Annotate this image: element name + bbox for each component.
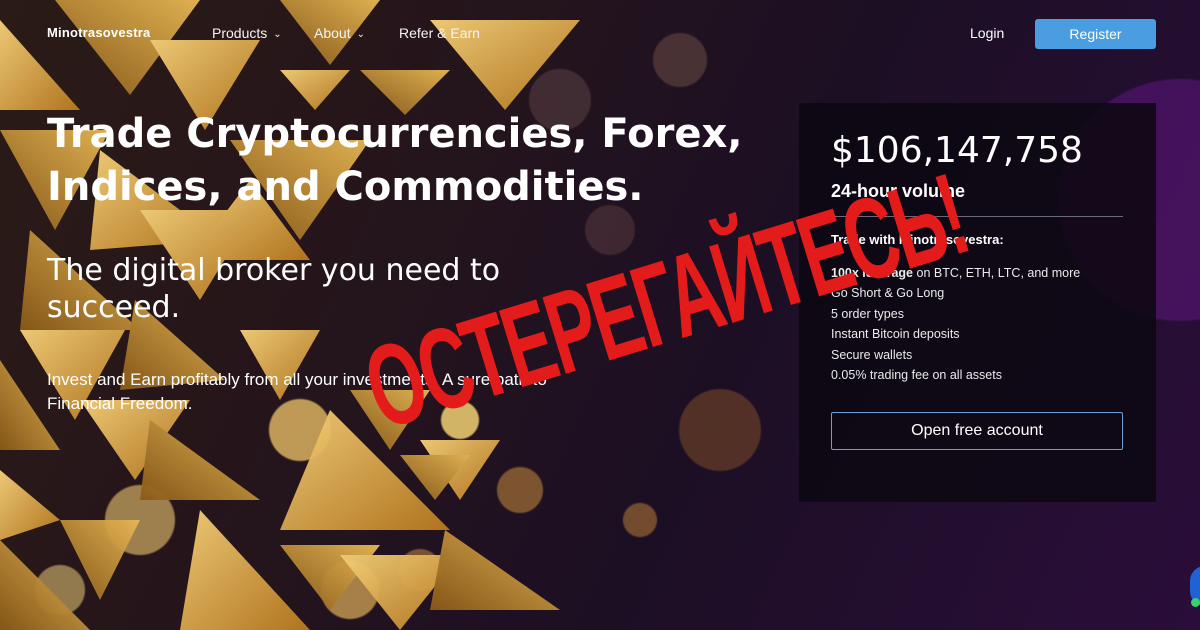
feature-item: 0.05% trading fee on all assets bbox=[831, 365, 1080, 385]
features-title: Trade with Minotrasovestra: bbox=[831, 232, 1004, 247]
volume-value: $106,147,758 bbox=[831, 130, 1083, 171]
hero-subtitle: The digital broker you need to succeed. bbox=[47, 253, 501, 325]
nav-refer-earn[interactable]: Refer & Earn bbox=[399, 25, 480, 41]
feature-text: on BTC, ETH, LTC, and more bbox=[913, 266, 1081, 280]
feature-text: Go Short & Go Long bbox=[831, 286, 945, 301]
feature-bold: 100x leverage bbox=[831, 266, 914, 280]
nav-products[interactable]: Products ⌄ bbox=[212, 25, 282, 41]
hero-title: Trade Cryptocurrencies, Forex, Indices, … bbox=[47, 111, 743, 210]
feature-item: Instant Bitcoin deposits bbox=[831, 324, 1080, 344]
online-status-dot bbox=[1191, 598, 1200, 607]
feature-text: 0.05% trading fee on all assets bbox=[831, 368, 1002, 383]
volume-panel: $106,147,758 24-hour volume Trade with M… bbox=[799, 103, 1156, 502]
open-account-button[interactable]: Open free account bbox=[831, 412, 1123, 450]
feature-text: Instant Bitcoin deposits bbox=[831, 327, 960, 342]
chevron-down-icon: ⌄ bbox=[273, 29, 282, 40]
feature-item: Go Short & Go Long bbox=[831, 283, 1080, 303]
feature-text: 5 order types bbox=[831, 306, 904, 321]
nav-about-label: About bbox=[314, 25, 351, 41]
nav-about[interactable]: About ⌄ bbox=[314, 25, 365, 41]
feature-item: 5 order types bbox=[831, 304, 1080, 324]
features-list: 100x leverage on BTC, ETH, LTC, and more… bbox=[831, 263, 1080, 385]
chevron-down-icon: ⌄ bbox=[356, 29, 365, 40]
login-link[interactable]: Login bbox=[970, 25, 1004, 41]
feature-text: Secure wallets bbox=[831, 347, 913, 362]
divider bbox=[831, 216, 1123, 217]
top-navigation: Minotrasovestra Products ⌄ About ⌄ Refer &… bbox=[0, 0, 1200, 68]
feature-item: Secure wallets bbox=[831, 345, 1080, 365]
volume-label: 24-hour volume bbox=[831, 181, 966, 201]
hero-description: Invest and Earn profitably from all your… bbox=[47, 370, 547, 413]
nav-products-label: Products bbox=[212, 25, 268, 41]
feature-item: 100x leverage on BTC, ETH, LTC, and more bbox=[831, 263, 1080, 283]
brand-logo[interactable]: Minotrasovestra bbox=[47, 25, 150, 40]
register-button[interactable]: Register bbox=[1035, 19, 1156, 49]
